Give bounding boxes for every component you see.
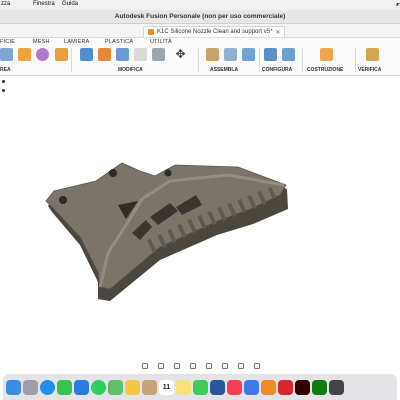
nozzle-clean-support-model[interactable]: [45, 162, 288, 301]
group-assemble[interactable]: ASSEMBLA: [210, 67, 238, 73]
toolbar-separator: [259, 48, 260, 72]
safari-icon[interactable]: [40, 379, 55, 395]
mac-dock: 11: [3, 374, 397, 400]
as-built-joint-icon[interactable]: [242, 48, 255, 61]
finder-icon[interactable]: [6, 379, 21, 395]
word-icon[interactable]: [210, 379, 225, 395]
display-settings-icon[interactable]: [222, 363, 228, 369]
grid-icon[interactable]: [238, 363, 244, 369]
fillet-icon[interactable]: [98, 48, 111, 61]
browser-panel: [0, 77, 12, 99]
close-tab-icon[interactable]: ✕: [275, 29, 280, 36]
group-create[interactable]: REA: [0, 67, 11, 73]
fit-icon[interactable]: [206, 363, 212, 369]
toolbar-separator: [71, 48, 72, 72]
toolbar-separator: [355, 48, 356, 72]
title-bar: Autodesk Fusion Personale (non per uso c…: [0, 10, 400, 24]
scale-icon[interactable]: [152, 48, 165, 61]
mac-menubar: zza Finestra Guida ◠ ⌕ ◐: [0, 0, 400, 10]
photos-icon[interactable]: [125, 379, 140, 395]
document-tab-bar: K1C Silicone Nozzle Clean and support v5…: [0, 24, 400, 38]
mount-hole: [59, 196, 67, 204]
menu-item-view[interactable]: zza: [1, 1, 10, 7]
music-icon[interactable]: [227, 379, 242, 395]
keynote-icon[interactable]: [244, 379, 259, 395]
document-icon: [148, 29, 154, 35]
other-icon[interactable]: [329, 379, 344, 395]
ribbon-toolbar: FICIE MESH LAMIERA PLASTICA UTILITÀ ✥ RE…: [0, 38, 400, 76]
calendar-icon[interactable]: 11: [159, 379, 174, 395]
illustrator-icon[interactable]: [295, 379, 310, 395]
launchpad-icon[interactable]: [23, 379, 38, 395]
tab-plastic[interactable]: PLASTICA: [105, 39, 133, 45]
create-sketch-icon[interactable]: [0, 48, 13, 61]
document-tab-label: K1C Silicone Nozzle Clean and support v5…: [157, 29, 273, 35]
control-center-icon[interactable]: ◐: [396, 2, 400, 8]
box-icon[interactable]: [55, 48, 68, 61]
window-title: Autodesk Fusion Personale (non per uso c…: [114, 13, 286, 20]
form-icon[interactable]: [36, 48, 49, 61]
xbox-icon[interactable]: [312, 379, 327, 395]
look-at-icon[interactable]: [158, 363, 164, 369]
toolbar-separator: [302, 48, 303, 72]
contacts-icon[interactable]: [142, 379, 157, 395]
configure-rule-icon[interactable]: [282, 48, 295, 61]
tab-surface[interactable]: FICIE: [0, 39, 15, 45]
mail-icon[interactable]: [74, 379, 89, 395]
mount-hole: [164, 169, 172, 177]
mount-hole: [109, 169, 117, 177]
pan-icon[interactable]: [174, 363, 180, 369]
offset-plane-icon[interactable]: [320, 48, 333, 61]
facetime-icon[interactable]: [193, 379, 208, 395]
menu-item-help[interactable]: Guida: [62, 1, 78, 7]
press-pull-icon[interactable]: [80, 48, 93, 61]
viewports-icon[interactable]: [254, 363, 260, 369]
visibility-icon[interactable]: [2, 89, 5, 92]
navigation-bar: [142, 361, 260, 371]
browser-row[interactable]: [0, 86, 12, 95]
measure-icon[interactable]: [366, 48, 379, 61]
tab-mesh[interactable]: MESH: [33, 39, 50, 45]
tab-sheet-metal[interactable]: LAMIERA: [64, 39, 90, 45]
joint-icon[interactable]: [224, 48, 237, 61]
visibility-icon[interactable]: [2, 80, 5, 83]
document-tab[interactable]: K1C Silicone Nozzle Clean and support v5…: [143, 26, 286, 37]
messages-icon[interactable]: [57, 379, 72, 395]
group-modify[interactable]: MODIFICA: [118, 67, 143, 73]
group-configure[interactable]: CONFIGURA: [262, 67, 292, 73]
creative-cloud-icon[interactable]: [278, 379, 293, 395]
model-canvas[interactable]: [0, 77, 400, 360]
maps-icon[interactable]: [108, 379, 123, 395]
group-inspect[interactable]: VERIFICA: [358, 67, 381, 73]
3d-viewport[interactable]: [0, 77, 400, 360]
whatsapp-icon[interactable]: [91, 379, 106, 395]
fusion-icon[interactable]: [261, 379, 276, 395]
extrude-icon[interactable]: [18, 48, 31, 61]
combine-icon[interactable]: [134, 48, 147, 61]
fusion-window: { "menubar": { "items": ["zza", "Finestr…: [0, 0, 400, 400]
notes-icon[interactable]: [176, 379, 191, 395]
orbit-icon[interactable]: [142, 363, 148, 369]
group-construct[interactable]: COSTRUZIONE: [307, 67, 343, 73]
shell-icon[interactable]: [116, 48, 129, 61]
new-component-icon[interactable]: [206, 48, 219, 61]
tab-utilities[interactable]: UTILITÀ: [150, 39, 172, 45]
configure-table-icon[interactable]: [264, 48, 277, 61]
browser-row[interactable]: [0, 77, 12, 86]
zoom-icon[interactable]: [190, 363, 196, 369]
menu-item-window[interactable]: Finestra: [33, 1, 55, 7]
toolbar-separator: [198, 48, 199, 72]
move-icon[interactable]: ✥: [174, 48, 187, 61]
